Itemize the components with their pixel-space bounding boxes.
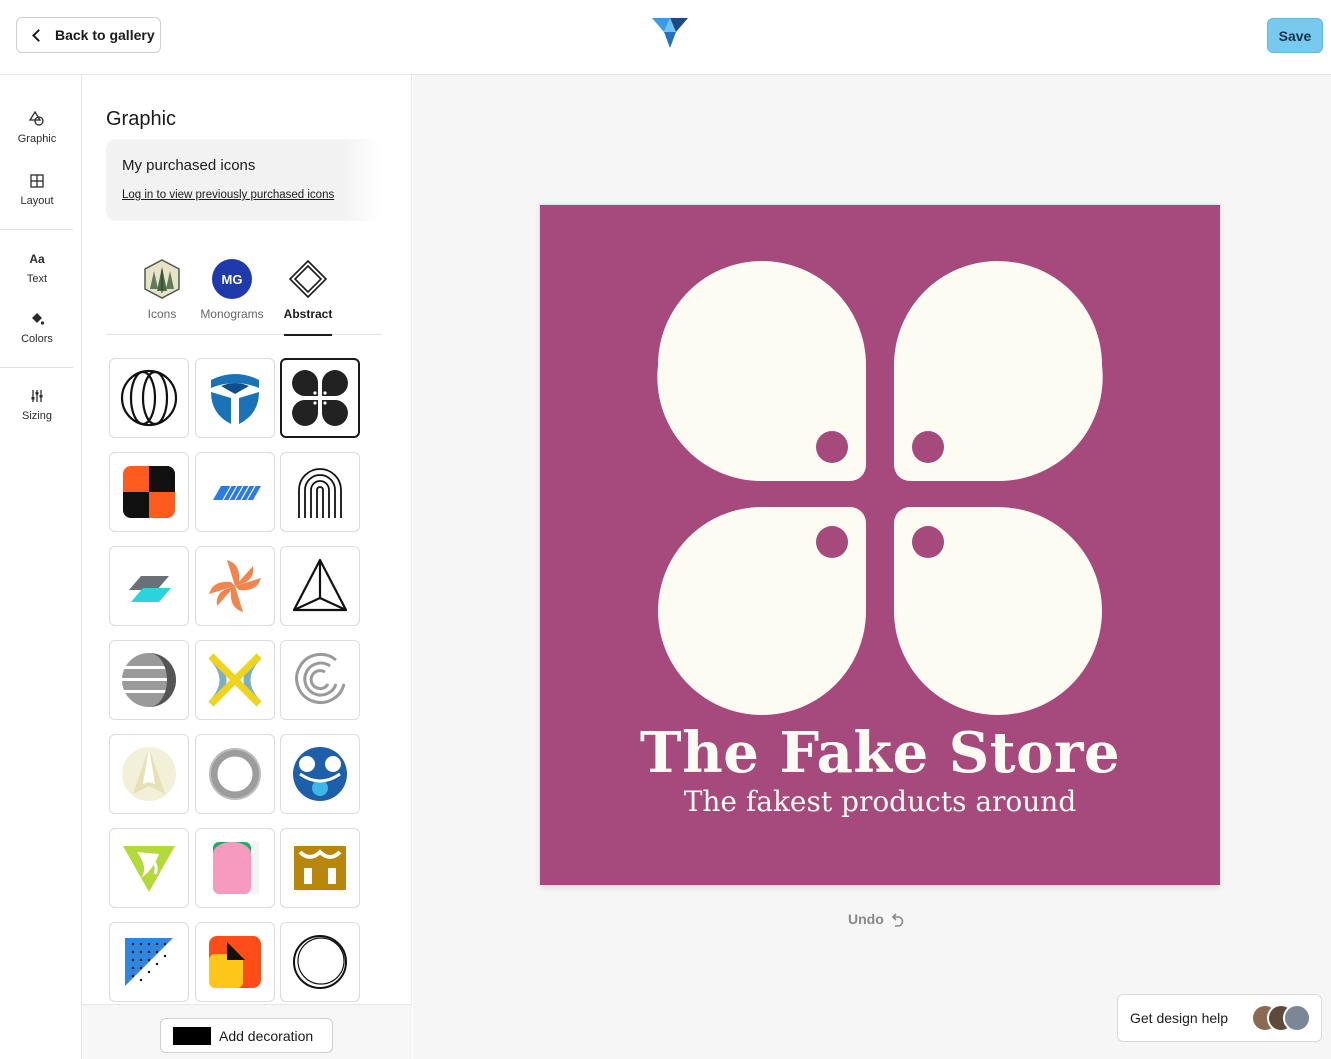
grey-swirl-icon <box>295 652 346 704</box>
abstract-icon-tile[interactable] <box>195 546 275 626</box>
tab-abstract-label: Abstract <box>283 307 333 321</box>
abstract-icon-tile[interactable] <box>280 452 360 532</box>
back-to-gallery-button[interactable]: Back to gallery <box>16 17 161 53</box>
gold-geometric-icon <box>294 846 346 890</box>
pink-green-card-icon <box>213 842 259 894</box>
top-bar: Back to gallery Save <box>0 0 1331 75</box>
save-button[interactable]: Save <box>1267 18 1323 53</box>
tab-monograms[interactable]: MG Monograms <box>192 255 272 335</box>
blue-segmented-shield-icon <box>211 374 259 424</box>
undo-label: Undo <box>848 911 884 927</box>
purchased-icons-login-link[interactable]: Log in to view previously purchased icon… <box>122 189 334 201</box>
tab-abstract[interactable]: Abstract <box>268 255 348 336</box>
rail-divider <box>0 229 73 230</box>
double-circle-outline-icon <box>293 935 347 989</box>
panel-footer: Add decoration <box>82 1004 412 1059</box>
abstract-icon-tile[interactable] <box>280 828 360 908</box>
diamond-icon <box>288 259 328 299</box>
add-decoration-button[interactable]: Add decoration <box>160 1018 333 1053</box>
get-design-help-label: Get design help <box>1130 1010 1229 1026</box>
abstract-icon-tile[interactable] <box>195 922 275 1002</box>
shapes-icon <box>29 111 44 126</box>
abstract-icon-tile[interactable] <box>195 734 275 814</box>
grey-ring-icon <box>209 748 261 800</box>
panel-title: Graphic <box>106 108 177 130</box>
app-logo-icon <box>652 18 688 48</box>
layout-icon <box>30 174 44 188</box>
tab-monograms-label: Monograms <box>200 307 264 321</box>
blue-circle-figure-icon <box>293 747 347 801</box>
get-design-help-button[interactable]: Get design help <box>1117 994 1322 1042</box>
rail-item-text[interactable]: Aa Text <box>0 251 74 285</box>
abstract-icon-grid <box>109 358 365 1003</box>
green-leaf-triangle-icon <box>123 846 175 892</box>
paint-bucket-icon <box>32 313 45 325</box>
tool-rail: Graphic Layout Aa Text Colors Sizing <box>0 75 82 1059</box>
blue-dotted-triangle-icon <box>125 938 173 986</box>
back-to-gallery-label: Back to gallery <box>55 27 155 43</box>
rail-item-layout[interactable]: Layout <box>0 173 74 207</box>
monogram-badge: MG <box>212 259 252 299</box>
sliders-icon <box>31 390 43 402</box>
tab-icons[interactable]: Icons <box>122 255 202 335</box>
logo-artboard[interactable]: The Fake Store The fakest products aroun… <box>540 205 1220 885</box>
purchased-icons-card: My purchased icons Log in to view previo… <box>106 139 382 221</box>
crossed-x-icon <box>208 653 262 707</box>
abstract-icon-tile[interactable] <box>109 358 189 438</box>
nested-arches-icon <box>298 468 342 518</box>
parallelogram-pair-icon <box>129 576 171 602</box>
abstract-icon-tile[interactable] <box>195 828 275 908</box>
rail-item-sizing[interactable]: Sizing <box>0 388 74 422</box>
abstract-icon-tile[interactable] <box>109 734 189 814</box>
orange-pinwheel-icon <box>209 560 261 612</box>
interlocking-circles-icon <box>120 369 178 427</box>
text-icon: Aa <box>29 252 45 266</box>
orange-checker-icon <box>123 466 175 518</box>
abstract-icon-tile-selected[interactable] <box>280 358 360 438</box>
canvas-stage: The Fake Store The fakest products aroun… <box>413 75 1331 1059</box>
abstract-icon-tile[interactable] <box>109 546 189 626</box>
rail-label-text: Text <box>26 273 48 285</box>
abstract-icon-tile[interactable] <box>280 546 360 626</box>
abstract-icon-tile[interactable] <box>280 640 360 720</box>
abstract-icon-tile[interactable] <box>280 922 360 1002</box>
orange-yellow-page-icon <box>209 936 261 988</box>
undo-arrow-icon <box>891 913 904 927</box>
rail-label-sizing: Sizing <box>22 410 52 422</box>
abstract-icon-tile[interactable] <box>109 640 189 720</box>
abstract-icon-tile[interactable] <box>280 734 360 814</box>
rail-label-layout: Layout <box>20 195 54 207</box>
abstract-icon-tile[interactable] <box>195 452 275 532</box>
rail-label-colors: Colors <box>21 333 53 345</box>
four-petal-clover-logo-icon <box>657 261 1103 715</box>
brand-name-text[interactable]: The Fake Store <box>540 720 1220 786</box>
abstract-icon-tile[interactable] <box>109 452 189 532</box>
tab-icons-label: Icons <box>147 307 177 321</box>
rail-item-colors[interactable]: Colors <box>0 311 74 345</box>
abstract-icon-tile[interactable] <box>109 828 189 908</box>
rail-item-graphic[interactable]: Graphic <box>0 111 74 145</box>
chevron-left-icon <box>32 28 45 42</box>
avatar <box>1283 1004 1311 1032</box>
four-petal-clover-icon <box>292 370 348 426</box>
forest-badge-icon <box>144 259 180 299</box>
rail-divider <box>0 367 73 368</box>
purchased-icons-title: My purchased icons <box>122 157 256 174</box>
abstract-icon-tile[interactable] <box>195 358 275 438</box>
abstract-icon-tile[interactable] <box>109 922 189 1002</box>
cream-arrowhead-icon <box>122 747 176 801</box>
abstract-icon-tile[interactable] <box>195 640 275 720</box>
graphic-panel: Graphic My purchased icons Log in to vie… <box>82 75 412 1059</box>
striped-globe-icon <box>121 653 177 707</box>
blue-stripes-icon <box>213 485 261 501</box>
decoration-color-swatch <box>173 1026 211 1045</box>
add-decoration-label: Add decoration <box>219 1027 314 1044</box>
tagline-text[interactable]: The fakest products around <box>540 785 1220 818</box>
graphic-category-tabs: Icons MG Monograms Abstract <box>106 255 382 336</box>
designer-avatars <box>1251 1004 1311 1034</box>
undo-button[interactable]: Undo <box>848 911 906 927</box>
pyramid-outline-icon <box>292 558 348 612</box>
rail-label-graphic: Graphic <box>17 133 57 145</box>
